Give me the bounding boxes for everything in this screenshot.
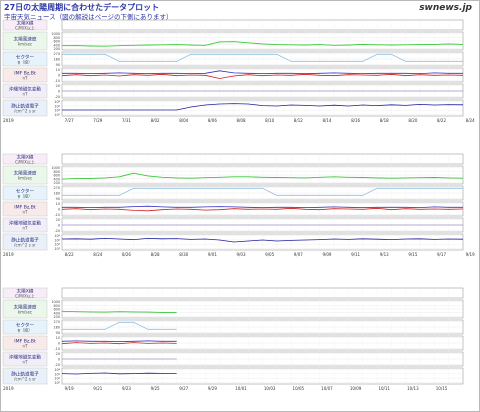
panel-unit: nT — [23, 226, 29, 231]
axis-tick-label: 180 — [54, 192, 60, 196]
date-label: 8/26 — [122, 252, 131, 257]
date-label: 9/29 — [208, 386, 217, 391]
axis-tick-label: -20 — [54, 229, 60, 233]
date-label: 8/16 — [351, 118, 360, 123]
axis-tick-label: 10² — [54, 381, 60, 385]
date-label: 9/23 — [122, 386, 131, 391]
axis-tick-label: 0 — [58, 90, 60, 94]
axis-tick-label: 200 — [54, 315, 60, 319]
date-label: 9/17 — [437, 252, 446, 257]
panel-unit: φ（度） — [18, 327, 33, 333]
axis-tick-label: 10 — [56, 336, 60, 340]
date-label: 8/06 — [208, 118, 217, 123]
year-label: 2019 — [3, 252, 14, 257]
panel-unit: nT — [23, 360, 29, 365]
axis-tick-label: 20 — [56, 218, 60, 222]
date-label: 8/22 — [65, 252, 74, 257]
panel-unit: km/sec — [18, 176, 32, 181]
date-label: 8/24 — [466, 118, 475, 123]
axis-tick-label: 0 — [58, 74, 60, 78]
date-label: 7/31 — [122, 118, 131, 123]
axis-tick-label: 20 — [56, 84, 60, 88]
date-label: 10/03 — [264, 386, 276, 391]
panel-unit: nT — [23, 344, 29, 349]
date-label: 9/13 — [380, 252, 389, 257]
axis-tick-label: 270 — [54, 52, 60, 56]
date-label: 10/15 — [436, 386, 448, 391]
date-label: 9/07 — [294, 252, 303, 257]
axis-tick-label: 20 — [56, 352, 60, 356]
axis-tick-label: 270 — [54, 320, 60, 324]
date-label: 10/01 — [235, 386, 247, 391]
axis-tick-label: 180 — [54, 58, 60, 62]
axis-tick-label: 0 — [58, 342, 60, 346]
date-label: 8/14 — [322, 118, 331, 123]
panel-unit: C/M/X以上 — [15, 25, 35, 31]
date-label: 9/25 — [151, 386, 160, 391]
year-label: 2019 — [3, 118, 14, 123]
date-label: 8/10 — [265, 118, 274, 123]
axis-tick-label: 10 — [56, 202, 60, 206]
date-label: 9/21 — [93, 386, 102, 391]
panel-unit: km/sec — [18, 42, 32, 47]
axis-tick-label: -10 — [54, 79, 60, 83]
solar-rotation-chart: 太陽X線C/M/X以上太陽風速度km/secセクターφ（度）IMF Bz,Btn… — [2, 20, 475, 391]
date-label: 8/22 — [437, 118, 446, 123]
date-label: 8/12 — [294, 118, 303, 123]
date-label: 8/08 — [237, 118, 246, 123]
axis-tick-label: -20 — [54, 363, 60, 367]
axis-tick-label: -10 — [54, 213, 60, 217]
panel-unit: /cm^2 s sr — [14, 243, 36, 248]
panel-unit: C/M/X以上 — [15, 293, 35, 299]
panel-unit: nT — [23, 76, 29, 81]
panel-unit: /cm^2 s sr — [14, 377, 36, 382]
date-label: 7/29 — [93, 118, 102, 123]
axis-tick-label: 180 — [54, 326, 60, 330]
panel-unit: C/M/X以上 — [15, 159, 35, 165]
date-label: 9/19 — [466, 252, 475, 257]
axis-tick-label: 0 — [58, 358, 60, 362]
date-label: 10/05 — [293, 386, 305, 391]
date-label: 10/09 — [350, 386, 362, 391]
axis-tick-label: 200 — [54, 47, 60, 51]
year-label: 2019 — [3, 386, 14, 391]
date-label: 8/30 — [179, 252, 188, 257]
axis-tick-label: 10 — [56, 68, 60, 72]
axis-tick-label: 10² — [54, 113, 60, 117]
date-label: 9/11 — [351, 252, 360, 257]
date-label: 9/03 — [237, 252, 246, 257]
date-label: 9/27 — [179, 386, 188, 391]
date-label: 8/04 — [179, 118, 188, 123]
date-label: 8/24 — [93, 252, 102, 257]
axis-tick-label: 0 — [58, 208, 60, 212]
axis-tick-label: -10 — [54, 347, 60, 351]
panel-unit: nT — [23, 210, 29, 215]
date-label: 7/27 — [65, 118, 74, 123]
axis-tick-label: -20 — [54, 95, 60, 99]
date-label: 9/05 — [265, 252, 274, 257]
date-label: 8/02 — [151, 118, 160, 123]
axis-tick-label: 270 — [54, 186, 60, 190]
date-label: 10/11 — [378, 386, 390, 391]
panel-unit: nT — [23, 92, 29, 97]
date-label: 9/19 — [65, 386, 74, 391]
panel-unit: /cm^2 s sr — [14, 109, 36, 114]
axis-tick-label: 0 — [58, 224, 60, 228]
axis-tick-label: 200 — [54, 181, 60, 185]
date-label: 10/07 — [321, 386, 333, 391]
panel-unit: φ（度） — [18, 193, 33, 199]
axis-tick-label: 90 — [56, 331, 60, 335]
panel-unit: km/sec — [18, 310, 32, 315]
date-label: 10/13 — [407, 386, 419, 391]
date-label: 9/15 — [408, 252, 417, 257]
axis-tick-label: 10² — [54, 247, 60, 251]
date-label: 9/01 — [208, 252, 217, 257]
axis-tick-label: 90 — [56, 197, 60, 201]
date-label: 8/28 — [151, 252, 160, 257]
date-label: 9/09 — [322, 252, 331, 257]
date-label: 8/20 — [408, 118, 417, 123]
axis-tick-label: 90 — [56, 63, 60, 67]
date-label: 8/18 — [380, 118, 389, 123]
panel-unit: φ（度） — [18, 59, 33, 65]
